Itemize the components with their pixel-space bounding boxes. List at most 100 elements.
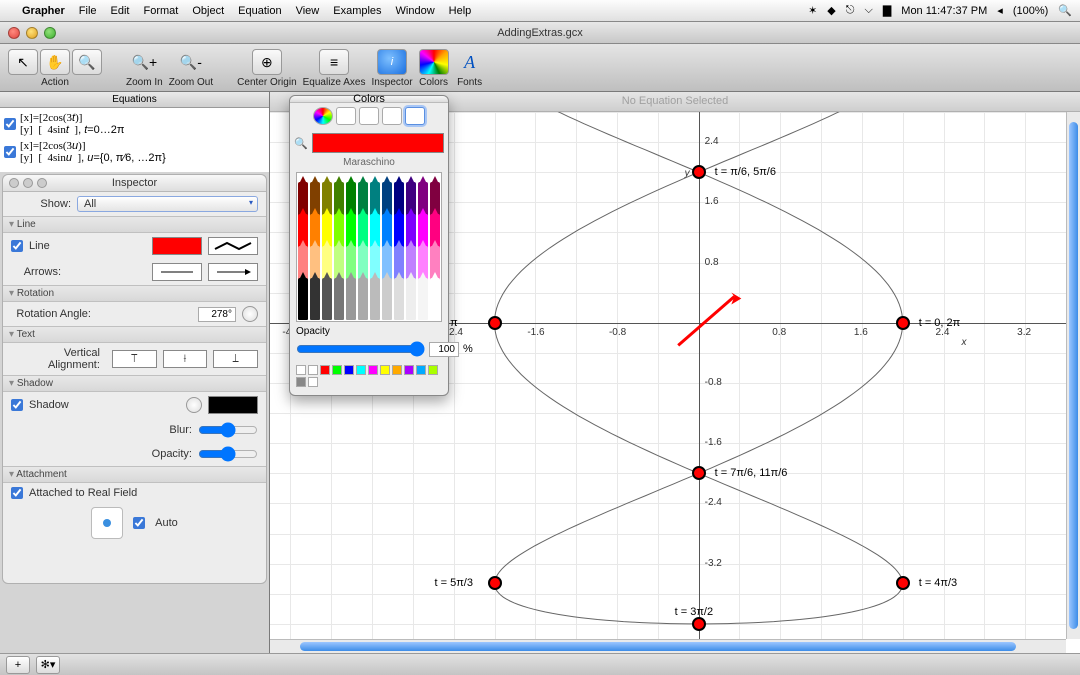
crayon[interactable]	[418, 278, 428, 320]
panel-zoom-icon[interactable]	[37, 178, 47, 188]
data-point[interactable]	[488, 576, 502, 590]
section-text[interactable]: Text	[3, 326, 266, 343]
menu-view[interactable]: View	[296, 5, 320, 17]
section-shadow[interactable]: Shadow	[3, 375, 266, 392]
vertical-scrollbar[interactable]	[1066, 112, 1080, 639]
opacity-slider[interactable]	[198, 446, 258, 462]
equation-row[interactable]: [x]=[2cos(3t)][y] [ 4sint ], t=0…2π	[4, 112, 265, 136]
status-icon[interactable]: ◆	[827, 4, 835, 17]
data-point[interactable]	[692, 466, 706, 480]
opacity-slider[interactable]	[296, 341, 425, 357]
selected-color-swatch[interactable]	[312, 133, 444, 153]
panel-close-icon[interactable]	[9, 178, 19, 188]
spotlight-icon[interactable]: 🔍	[1058, 4, 1072, 17]
palette-swatch[interactable]	[344, 365, 354, 375]
palette-swatch[interactable]	[308, 377, 318, 387]
action-menu-button[interactable]: ✻▾	[36, 656, 60, 674]
data-point[interactable]	[488, 316, 502, 330]
clock[interactable]: Mon 11:47:37 PM	[901, 5, 987, 17]
menu-window[interactable]: Window	[396, 5, 435, 17]
arrow-end-picker[interactable]	[208, 263, 258, 281]
inspector-icon[interactable]: i	[377, 49, 407, 75]
minimize-button[interactable]	[26, 27, 38, 39]
crayon[interactable]	[394, 278, 404, 320]
app-name[interactable]: Grapher	[22, 5, 65, 17]
crayon-picker[interactable]	[296, 172, 442, 322]
menu-format[interactable]: Format	[144, 5, 179, 17]
crayon[interactable]	[346, 278, 356, 320]
crayon[interactable]	[310, 278, 320, 320]
battery-icon[interactable]: ◂	[997, 4, 1003, 17]
line-checkbox[interactable]	[11, 240, 23, 252]
color-palettes-tab-icon[interactable]	[359, 107, 379, 125]
line-style-picker[interactable]	[208, 237, 258, 255]
zoom-in-icon[interactable]: 🔍+	[129, 49, 159, 75]
shadow-color-swatch[interactable]	[208, 396, 258, 414]
palette-swatch[interactable]	[392, 365, 402, 375]
menu-object[interactable]: Object	[192, 5, 224, 17]
opacity-input[interactable]	[429, 342, 459, 357]
crayon[interactable]	[322, 278, 332, 320]
valign-bot-button[interactable]: ⟘	[213, 350, 258, 368]
rotation-dial-icon[interactable]	[242, 306, 258, 322]
palette-swatch[interactable]	[404, 365, 414, 375]
crayon[interactable]	[382, 278, 392, 320]
palette-swatch[interactable]	[296, 377, 306, 387]
menu-file[interactable]: File	[79, 5, 97, 17]
equation-checkbox[interactable]	[4, 118, 16, 130]
zoom-out-icon[interactable]: 🔍-	[176, 49, 206, 75]
auto-checkbox[interactable]	[133, 517, 145, 529]
valign-top-button[interactable]: ⟙	[112, 350, 157, 368]
image-palettes-tab-icon[interactable]	[382, 107, 402, 125]
zoom-tool-icon[interactable]: 🔍	[72, 49, 102, 75]
shadow-checkbox[interactable]	[11, 399, 23, 411]
panel-min-icon[interactable]	[23, 178, 33, 188]
palette-swatch[interactable]	[428, 365, 438, 375]
palette-swatch[interactable]	[416, 365, 426, 375]
zoom-button[interactable]	[44, 27, 56, 39]
status-icon[interactable]: ⎋	[846, 4, 855, 17]
valign-mid-button[interactable]: ⟊	[163, 350, 208, 368]
data-point[interactable]	[896, 576, 910, 590]
close-button[interactable]	[8, 27, 20, 39]
equalize-axes-icon[interactable]: ≡	[319, 49, 349, 75]
data-point[interactable]	[692, 617, 706, 631]
color-sliders-tab-icon[interactable]	[336, 107, 356, 125]
crayon[interactable]	[358, 278, 368, 320]
palette-swatch[interactable]	[380, 365, 390, 375]
menu-examples[interactable]: Examples	[333, 5, 381, 17]
add-button[interactable]: +	[6, 656, 30, 674]
section-rotation[interactable]: Rotation	[3, 285, 266, 302]
colors-icon[interactable]	[419, 49, 449, 75]
line-color-swatch[interactable]	[152, 237, 202, 255]
crayon[interactable]	[334, 278, 344, 320]
palette-swatch[interactable]	[332, 365, 342, 375]
search-icon[interactable]: 🔍	[294, 137, 308, 150]
blur-slider[interactable]	[198, 422, 258, 438]
palette-swatch[interactable]	[320, 365, 330, 375]
data-point[interactable]	[896, 316, 910, 330]
crayon[interactable]	[298, 278, 308, 320]
menu-edit[interactable]: Edit	[111, 5, 130, 17]
crayon[interactable]	[406, 278, 416, 320]
attach-point-icon[interactable]	[91, 507, 123, 539]
menu-help[interactable]: Help	[449, 5, 472, 17]
status-icon[interactable]: ✶	[808, 4, 817, 17]
equation-checkbox[interactable]	[4, 146, 16, 158]
palette-swatch[interactable]	[296, 365, 306, 375]
palette-swatch[interactable]	[368, 365, 378, 375]
fonts-icon[interactable]: A	[455, 49, 485, 75]
center-origin-icon[interactable]: ⊕	[252, 49, 282, 75]
equation-row[interactable]: [x]=[2cos(3u)][y] [ 4sinu ], u={0, π⁄6, …	[4, 140, 265, 164]
arrow-start-picker[interactable]	[152, 263, 202, 281]
crayon[interactable]	[370, 278, 380, 320]
arrow-tool-icon[interactable]: ↖	[8, 49, 38, 75]
section-line[interactable]: Line	[3, 216, 266, 233]
window-titlebar[interactable]: AddingExtras.gcx	[0, 22, 1080, 44]
flag-icon[interactable]: ▇	[883, 4, 891, 17]
show-select[interactable]: All	[77, 196, 258, 212]
crayon[interactable]	[430, 278, 440, 320]
crayons-tab-icon[interactable]	[405, 107, 425, 125]
data-point[interactable]	[692, 165, 706, 179]
hand-tool-icon[interactable]: ✋	[40, 49, 70, 75]
